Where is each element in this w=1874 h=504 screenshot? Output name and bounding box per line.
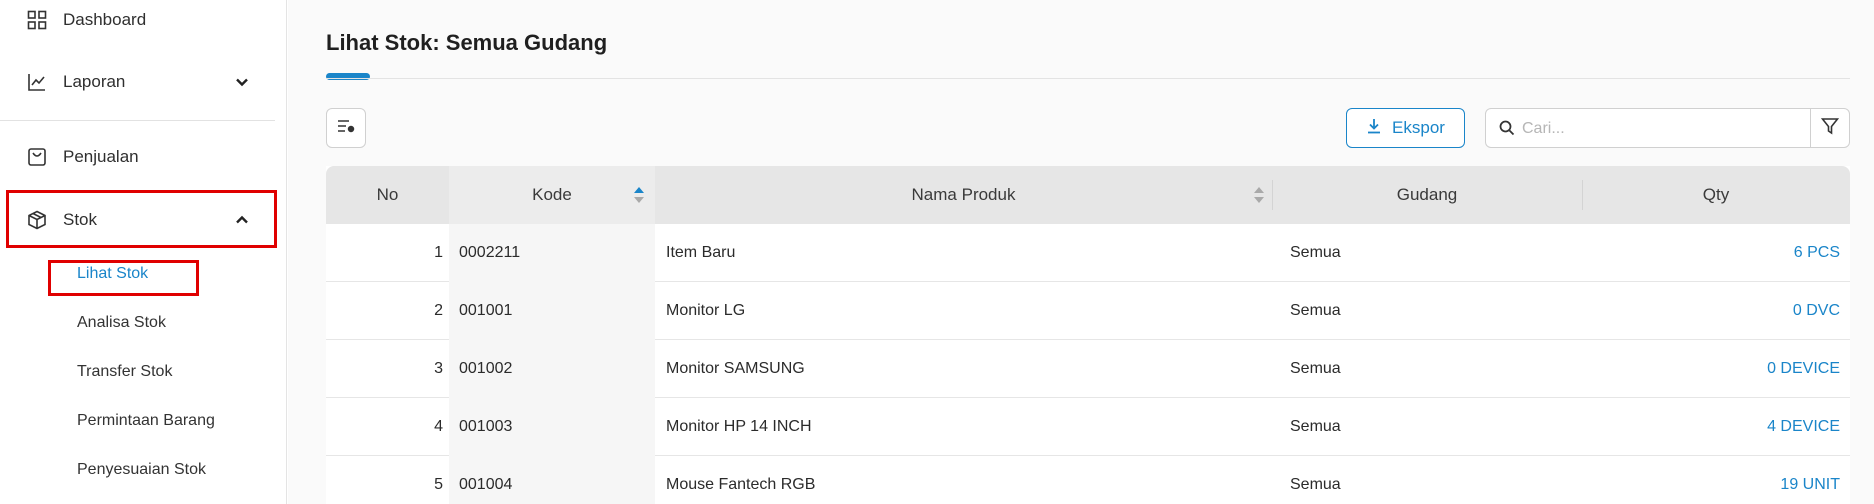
sidebar-item-label: Penjualan: [63, 147, 139, 166]
table-header: No Kode Nama Produk Gudang Qty: [326, 166, 1850, 224]
cell-kode: 001004: [459, 476, 513, 493]
cell-qty-link[interactable]: 19 UNIT: [1780, 456, 1840, 504]
search-icon: [1499, 120, 1517, 138]
cell-qty-link[interactable]: 4 DEVICE: [1767, 398, 1840, 456]
column-header-no[interactable]: No: [326, 166, 449, 224]
chart-line-icon: [26, 71, 48, 93]
highlight-box-lihat-stok: [48, 260, 199, 296]
download-icon: [1366, 118, 1382, 139]
cell-gudang: Semua: [1290, 302, 1341, 319]
column-header-qty[interactable]: Qty: [1582, 166, 1850, 224]
cell-no: 1: [434, 244, 443, 261]
list-settings-icon: [337, 119, 355, 138]
sort-icon: [1254, 187, 1264, 203]
cell-no: 3: [434, 360, 443, 377]
filter-button[interactable]: [1810, 108, 1850, 148]
cell-qty-link[interactable]: 0 DEVICE: [1767, 340, 1840, 398]
cell-gudang: Semua: [1290, 418, 1341, 435]
sidebar-divider: [0, 120, 275, 121]
cell-kode: 001002: [459, 360, 513, 377]
tab-divider: [326, 78, 1850, 79]
submenu-item-analisa-stok[interactable]: Analisa Stok: [77, 314, 166, 332]
table-row[interactable]: 4 001003 Monitor HP 14 INCH Semua 4 DEVI…: [326, 398, 1850, 456]
main-content: Lihat Stok: Semua Gudang Ekspor Cari... …: [288, 0, 1874, 504]
sidebar-item-laporan[interactable]: Laporan: [0, 58, 275, 106]
sidebar-item-penjualan[interactable]: Penjualan: [0, 133, 275, 181]
highlight-box-stok: [6, 190, 277, 248]
export-button[interactable]: Ekspor: [1346, 108, 1465, 148]
page-title: Lihat Stok: Semua Gudang: [326, 30, 608, 55]
export-label: Ekspor: [1392, 118, 1445, 137]
table-row[interactable]: 5 001004 Mouse Fantech RGB Semua 19 UNIT: [326, 456, 1850, 504]
table-row[interactable]: 2 001001 Monitor LG Semua 0 DVC: [326, 282, 1850, 340]
cell-gudang: Semua: [1290, 360, 1341, 377]
sidebar-item-label: Dashboard: [63, 10, 147, 29]
cell-kode: 001001: [459, 302, 513, 319]
submenu-item-permintaan-barang[interactable]: Permintaan Barang: [77, 412, 215, 430]
column-header-gudang[interactable]: Gudang: [1272, 166, 1582, 224]
column-header-kode[interactable]: Kode: [449, 166, 655, 224]
cell-no: 2: [434, 302, 443, 319]
search-box: [1485, 108, 1811, 148]
cell-nama-produk: Mouse Fantech RGB: [666, 476, 816, 493]
bag-icon: [26, 146, 48, 168]
sidebar: Dashboard Laporan Penjualan Stok Lihat S…: [0, 0, 287, 504]
stock-table: No Kode Nama Produk Gudang Qty 1 0002211…: [326, 166, 1850, 504]
cell-no: 5: [434, 476, 443, 493]
column-settings-button[interactable]: [326, 108, 366, 148]
cell-qty-link[interactable]: 6 PCS: [1794, 224, 1840, 282]
chevron-down-icon[interactable]: [234, 74, 250, 90]
table-row[interactable]: 3 001002 Monitor SAMSUNG Semua 0 DEVICE: [326, 340, 1850, 398]
cell-qty-link[interactable]: 0 DVC: [1793, 282, 1840, 340]
submenu-item-penyesuaian-stok[interactable]: Penyesuaian Stok: [77, 461, 206, 479]
submenu-item-transfer-stok[interactable]: Transfer Stok: [77, 363, 172, 381]
filter-icon: [1820, 117, 1840, 140]
cell-nama-produk: Monitor SAMSUNG: [666, 360, 805, 377]
table-row[interactable]: 1 0002211 Item Baru Semua 6 PCS: [326, 224, 1850, 282]
cell-kode: 001003: [459, 418, 513, 435]
cell-gudang: Semua: [1290, 476, 1341, 493]
grid-icon: [26, 9, 48, 31]
cell-kode: 0002211: [459, 244, 521, 261]
sidebar-item-label: Laporan: [63, 72, 126, 91]
column-header-nama-produk[interactable]: Nama Produk: [655, 166, 1272, 224]
cell-nama-produk: Monitor LG: [666, 302, 746, 319]
cell-nama-produk: Monitor HP 14 INCH: [666, 418, 812, 435]
sidebar-item-dashboard[interactable]: Dashboard: [0, 0, 275, 44]
cell-nama-produk: Item Baru: [666, 244, 736, 261]
cell-no: 4: [434, 418, 443, 435]
cell-gudang: Semua: [1290, 244, 1341, 261]
sort-asc-icon: [634, 187, 644, 203]
search-input[interactable]: [1522, 115, 1802, 143]
